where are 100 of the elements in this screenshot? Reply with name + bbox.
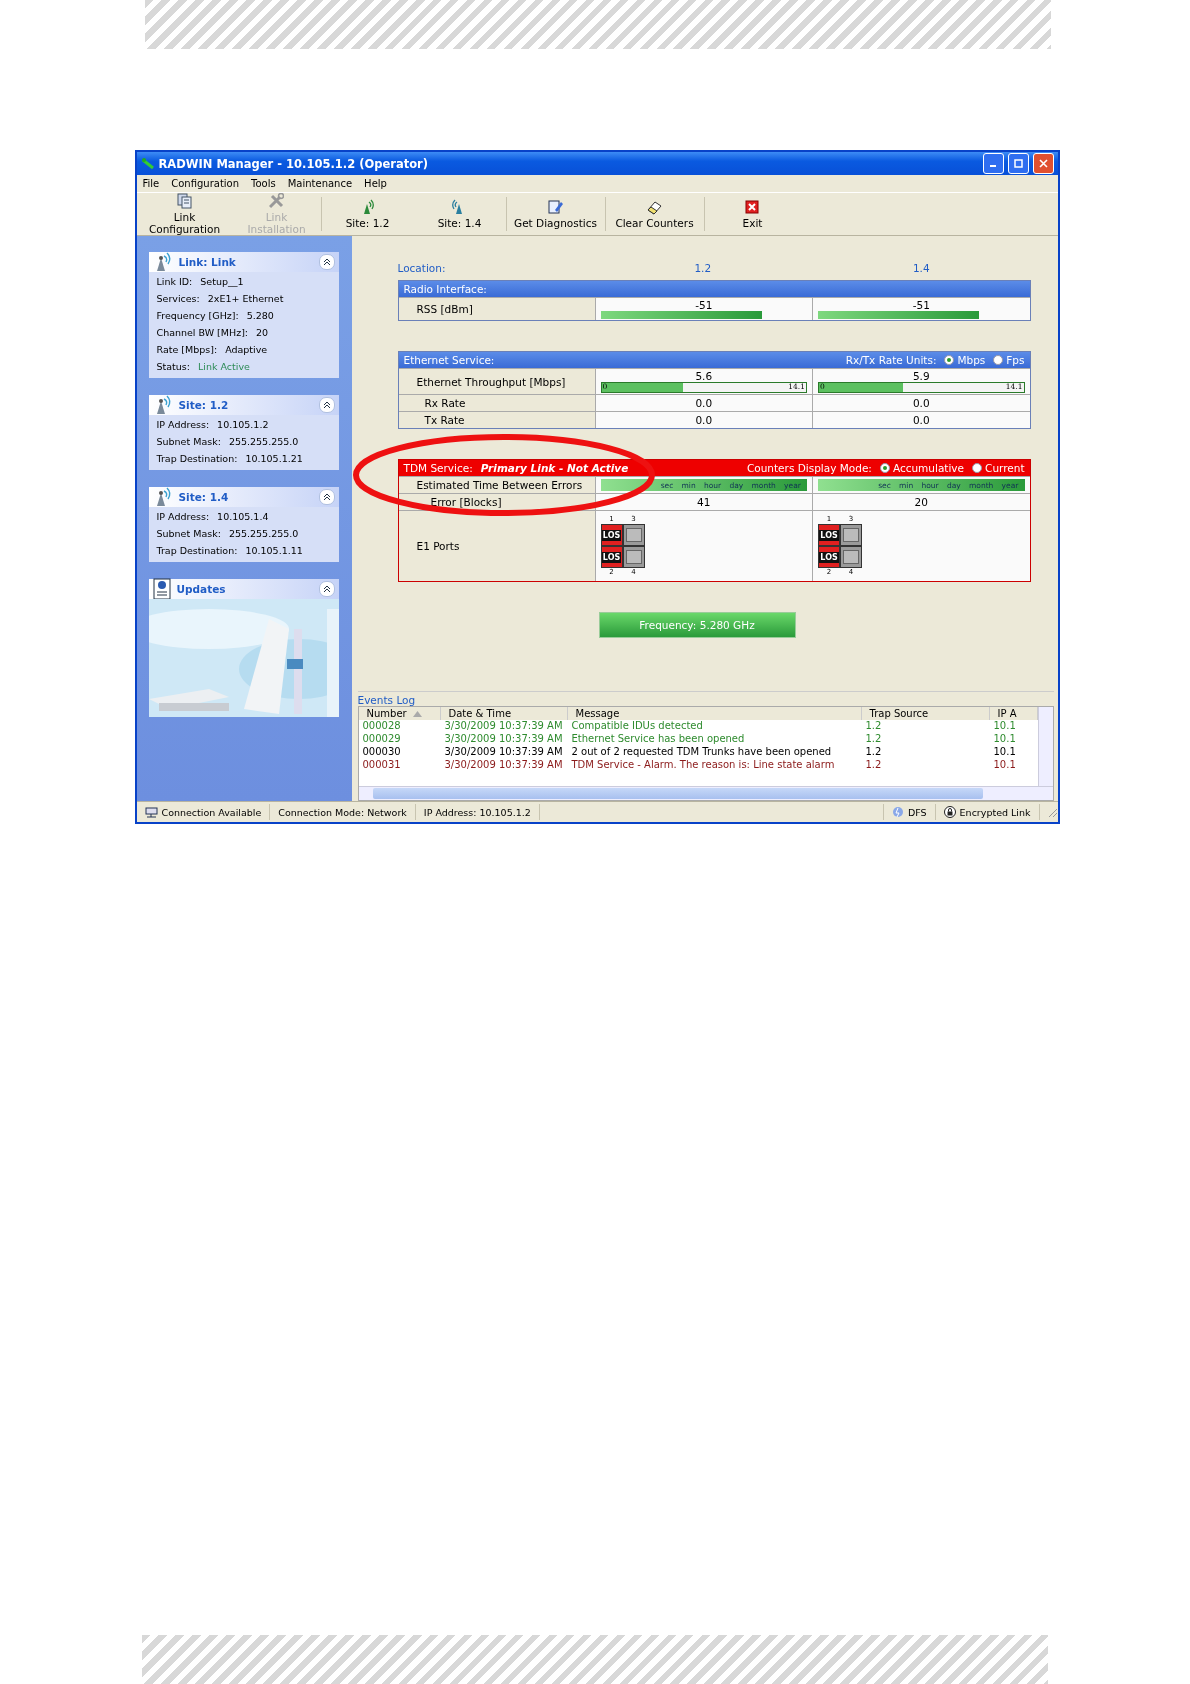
- row-label: Ethernet Throughput [Mbps]: [416, 375, 566, 388]
- table-cell-text: 000028: [361, 720, 402, 733]
- vertical-scrollbar[interactable]: [1037, 707, 1053, 786]
- toolbar-button[interactable]: Exit: [704, 193, 801, 235]
- field-value: Setup__1: [200, 276, 244, 287]
- table-cell-text: 1.2: [864, 720, 883, 733]
- panel-title: Updates: [176, 583, 227, 595]
- table-cell-text: 10.1: [992, 746, 1017, 759]
- reading: -51: [694, 299, 714, 311]
- collapse-button[interactable]: [318, 489, 335, 505]
- e1-port[interactable]: LOS: [600, 524, 623, 546]
- toolbar-button[interactable]: Site: 1.4: [413, 193, 506, 235]
- column-header[interactable]: Number: [358, 707, 441, 720]
- radio-button[interactable]: [972, 463, 983, 473]
- wrench-icon: [269, 193, 284, 209]
- field-value: Adaptive: [225, 344, 268, 355]
- table-cell-text: 10.1: [992, 733, 1017, 746]
- reading: 5.9: [911, 370, 931, 382]
- network-icon: [144, 806, 158, 818]
- menu-item[interactable]: Tools: [251, 178, 276, 189]
- toolbar-button[interactable]: Site: 1.2: [321, 193, 414, 235]
- row-label: Estimated Time Between Errors: [416, 479, 583, 491]
- radio-label[interactable]: Accumulative: [892, 462, 965, 474]
- close-button[interactable]: [1032, 153, 1054, 174]
- radio-button[interactable]: [993, 355, 1004, 365]
- status-item: Encrypted Link: [935, 804, 1040, 820]
- table-cell-text: 1.2: [864, 746, 883, 759]
- panel-title: Site: 1.2: [178, 399, 230, 411]
- table-cell-text: 2 out of 2 requested TDM Trunks have been opened: [570, 746, 833, 759]
- horizontal-scrollbar[interactable]: [358, 786, 1053, 800]
- column-header[interactable]: Message: [567, 707, 862, 720]
- field-value: 255.255.255.0: [228, 436, 299, 447]
- table-cell-text: 20: [913, 496, 929, 508]
- e1-port[interactable]: [840, 546, 862, 568]
- toolbar-button[interactable]: Get Diagnostics: [506, 193, 605, 235]
- field-label: Trap Destination:: [156, 453, 238, 464]
- document-pencil-icon: [548, 199, 563, 215]
- e1-port[interactable]: [622, 524, 645, 546]
- table-cell-text: 1.2: [864, 733, 883, 746]
- field-value: 10.105.1.11: [245, 545, 303, 556]
- panel-title: Site: 1.4: [178, 491, 230, 503]
- radio-button[interactable]: [944, 355, 955, 365]
- mode-option[interactable]: Current: [972, 462, 1025, 474]
- units-label: Rx/Tx Rate Units:: [845, 354, 937, 366]
- field-value: 5.280: [246, 310, 274, 321]
- toolbar-button[interactable]: Clear Counters: [605, 193, 704, 235]
- menu-item[interactable]: File: [142, 178, 160, 189]
- status-item: Connection Mode: Network: [270, 804, 416, 820]
- column-header[interactable]: Date & Time: [440, 707, 568, 720]
- e1-port[interactable]: LOS: [818, 524, 840, 546]
- chevron-icon: [322, 401, 331, 409]
- menu-item[interactable]: Help: [364, 178, 387, 189]
- collapse-button[interactable]: [318, 397, 335, 413]
- field-value: 10.105.1.21: [245, 453, 303, 464]
- table-cell-text: 0.0: [911, 397, 931, 409]
- maximize-button[interactable]: [1007, 153, 1029, 174]
- maximize-icon: [1013, 159, 1023, 168]
- units-option[interactable]: Mbps: [944, 354, 986, 366]
- table-cell-text: Ethernet Service has been opened: [570, 733, 746, 746]
- mode-option[interactable]: Accumulative: [879, 462, 965, 474]
- radio-button[interactable]: [879, 463, 890, 473]
- collapse-button[interactable]: [318, 581, 335, 597]
- chevron-icon: [322, 493, 331, 501]
- toolbar-button[interactable]: Link Configuration: [136, 193, 233, 235]
- radio-label[interactable]: Fps: [1006, 354, 1025, 366]
- status-item: DFS: [883, 804, 936, 820]
- table-cell-text: 000030: [361, 746, 402, 759]
- table-cell-text: 0.0: [694, 397, 714, 409]
- close-icon: [1038, 159, 1048, 168]
- chevron-icon: [322, 585, 331, 593]
- e1-port[interactable]: LOS: [600, 546, 623, 568]
- field-label: Channel BW [MHz]:: [156, 327, 249, 338]
- radio-label[interactable]: Mbps: [957, 354, 986, 366]
- link-status: Primary Link - Not Active: [480, 462, 630, 474]
- menu-item[interactable]: Configuration: [171, 178, 240, 189]
- field-value: 255.255.255.0: [228, 528, 299, 539]
- collapse-button[interactable]: [318, 254, 335, 270]
- radio-label[interactable]: Current: [985, 462, 1025, 474]
- lock-icon: [943, 806, 956, 818]
- e1-port[interactable]: LOS: [818, 546, 840, 568]
- field-label: Status:: [156, 361, 190, 372]
- column-header[interactable]: Trap Source: [861, 707, 990, 720]
- field-label: IP Address:: [156, 419, 210, 430]
- chevron-icon: [322, 258, 331, 266]
- table-cell-text: 10.1: [992, 720, 1017, 733]
- minimize-button[interactable]: [982, 153, 1004, 174]
- units-option[interactable]: Fps: [993, 354, 1025, 366]
- site-heading: 1.2: [693, 262, 713, 274]
- field-label: Trap Destination:: [156, 545, 238, 556]
- column-header[interactable]: IP A: [989, 707, 1038, 720]
- e1-port[interactable]: [622, 546, 645, 568]
- field-label: Subnet Mask:: [156, 436, 221, 447]
- field-value: 20: [256, 327, 269, 338]
- e1-port[interactable]: [840, 524, 862, 546]
- dfs-icon: [891, 806, 904, 818]
- field-value: 10.105.1.2: [217, 419, 269, 430]
- table-cell-text: 10.1: [992, 759, 1017, 772]
- document-icon: [152, 578, 171, 600]
- reading: -51: [911, 299, 931, 311]
- menu-item[interactable]: Maintenance: [287, 178, 353, 189]
